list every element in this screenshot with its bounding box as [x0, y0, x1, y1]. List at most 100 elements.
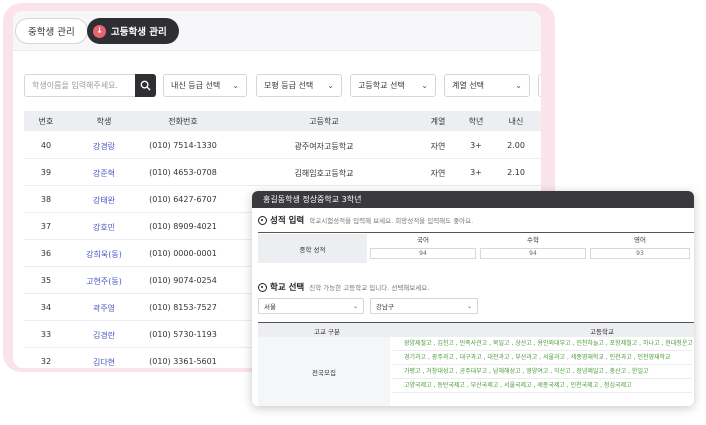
header-schools: 고등학교 [590, 328, 614, 336]
mock-grade-label: 모평 등급 선택 [264, 81, 314, 90]
cell-score: 2.00 [507, 141, 525, 150]
cell-track: 자연 [430, 169, 446, 178]
school-select-section-title: 학교 선택 진학 가능한 고등학교 입니다. 선택해보세요. [258, 281, 429, 293]
cell-no: 39 [40, 168, 52, 177]
target-icon [258, 215, 267, 225]
track-label: 계열 선택 [452, 81, 484, 90]
highschool-label: 고등학교 선택 [358, 81, 405, 90]
school-section-title-text: 학교 선택 [270, 283, 305, 293]
score-input-math[interactable]: 94 [480, 248, 586, 259]
grade-section-title-text: 성적 입력 [270, 216, 305, 226]
header-category: 고교 구분 [314, 328, 340, 336]
category-cell: 전국모집 [258, 337, 390, 406]
student-name-link[interactable]: 김경란 [68, 330, 140, 341]
table-row[interactable]: 40 강경랑 (010) 7514-1330 광주여자고등학교 자연 3+ 2.00 [24, 132, 541, 159]
cell-phone: (010) 3361-5601 [149, 357, 217, 366]
subject-math: 수학 94 [480, 234, 586, 263]
naesin-grade-label: 내신 등급 선택 [171, 81, 221, 90]
tab-bar: 중학생 관리 ↓ 고등학생 관리 [13, 11, 541, 51]
region-value: 서울 [264, 303, 276, 311]
header-grade: 학년 [468, 117, 484, 126]
table-row[interactable]: 39 강준혁 (010) 4653-0708 김해임호고등학교 자연 3+ 2.10 [24, 159, 541, 186]
cell-score: 2.10 [507, 168, 525, 177]
school-line[interactable]: 광양제철고 , 김천고 , 민족사관고 , 북일고 , 상산고 , 용인외대부고… [392, 337, 692, 351]
student-grade-dialog: 홍길동학생 정상중학교 3학년 성적 입력 학교시험성적을 입력해 보세요. 희… [252, 191, 694, 406]
cell-no: 38 [40, 195, 52, 204]
search-input[interactable]: 학생이름을 입력해주세요. [24, 74, 136, 97]
target-icon [258, 282, 267, 292]
school-line[interactable]: 고양국제고 , 동탄국제고 , 부산국제고 , 서울국제고 , 세종국제고 , … [392, 379, 692, 393]
score-input-english[interactable]: 93 [590, 248, 690, 259]
naesin-grade-select[interactable]: 내신 등급 선택 ⌄ [163, 74, 247, 97]
middle-grade-label: 중학 성적 [258, 234, 367, 263]
subject-korean: 국어 94 [370, 234, 476, 263]
chevron-down-icon: ⌄ [515, 81, 522, 90]
student-name-link[interactable]: 고현주(동) [68, 276, 140, 287]
cell-phone: (010) 6427-6707 [149, 195, 217, 204]
extra-select[interactable] [538, 74, 541, 97]
subject-name: 수학 [527, 236, 539, 244]
student-name-link[interactable]: 곽주영 [68, 303, 140, 314]
district-value: 강남구 [376, 303, 394, 311]
cell-no: 35 [40, 276, 52, 285]
search-button[interactable] [135, 74, 156, 97]
score-input-korean[interactable]: 94 [370, 248, 476, 259]
cell-no: 32 [40, 357, 52, 366]
tab-high-label: 고등학생 관리 [111, 27, 167, 38]
cell-phone: (010) 8909-4021 [149, 222, 217, 231]
chevron-down-icon: ⌄ [466, 302, 472, 310]
school-table-header: 고교 구분 고등학교 [258, 323, 694, 337]
cell-phone: (010) 4653-0708 [149, 168, 217, 177]
cell-no: 36 [40, 249, 52, 258]
header-phone: 전화번호 [168, 117, 198, 126]
cell-no: 33 [40, 330, 52, 339]
cell-phone: (010) 9074-0254 [149, 276, 217, 285]
student-name-link[interactable]: 강경랑 [68, 141, 140, 152]
chevron-down-icon: ⌄ [421, 81, 428, 90]
school-line[interactable]: 경기과고 , 광주과고 , 대구과고 , 대전과고 , 부산과고 , 서울과고 … [392, 351, 692, 365]
cell-track: 자연 [430, 142, 446, 151]
cell-phone: (010) 0000-0001 [149, 249, 217, 258]
school-section-desc: 진학 가능한 고등학교 입니다. 선택해보세요. [309, 284, 430, 292]
cell-phone: (010) 5730-1193 [149, 330, 217, 339]
header-score: 내신 [508, 117, 524, 126]
school-list: 광양제철고 , 김천고 , 민족사관고 , 북일고 , 상산고 , 용인외대부고… [392, 337, 692, 393]
cell-phone: (010) 7514-1330 [149, 141, 217, 150]
subject-name: 영어 [634, 236, 646, 244]
student-name-link[interactable]: 강희욱(동) [68, 249, 140, 260]
highschool-select[interactable]: 고등학교 선택 ⌄ [350, 74, 436, 97]
dialog-header: 홍길동학생 정상중학교 3학년 [252, 191, 694, 208]
header-no: 번호 [38, 117, 54, 126]
student-name-link[interactable]: 김다현 [68, 357, 140, 368]
track-select[interactable]: 계열 선택 ⌄ [444, 74, 530, 97]
student-name-link[interactable]: 강준혁 [68, 168, 140, 179]
cell-no: 37 [40, 222, 52, 231]
cell-grade: 3+ [470, 168, 482, 177]
tab-high-school[interactable]: ↓ 고등학생 관리 [87, 18, 179, 44]
subject-name: 국어 [417, 236, 429, 244]
chevron-down-icon: ⌄ [352, 302, 358, 310]
cell-grade: 3+ [470, 141, 482, 150]
cell-school: 김해임호고등학교 [294, 169, 354, 178]
grade-input-section-title: 성적 입력 학교시험성적을 입력해 보세요. 희망성적을 입력해도 좋아요. [258, 214, 473, 226]
down-arrow-circle-icon: ↓ [93, 24, 106, 38]
tab-middle-school[interactable]: 중학생 관리 [15, 18, 88, 44]
search-icon [140, 80, 151, 91]
header-school: 고등학교 [309, 117, 339, 126]
cell-no: 40 [40, 141, 52, 150]
mock-grade-select[interactable]: 모평 등급 선택 ⌄ [256, 74, 342, 97]
divider [258, 232, 694, 233]
subject-english: 영어 93 [590, 234, 690, 263]
district-select[interactable]: 강남구 ⌄ [370, 298, 478, 314]
cell-phone: (010) 8153-7527 [149, 303, 217, 312]
student-name-link[interactable]: 강태완 [68, 195, 140, 206]
school-line[interactable]: 가평고 , 거창대성고 , 공주대부고 , 남해해성고 , 영양여고 , 익산고… [392, 365, 692, 379]
header-track: 계열 [430, 117, 446, 126]
region-select[interactable]: 서울 ⌄ [258, 298, 364, 314]
table-header: 번호 학생 전화번호 고등학교 계열 학년 내신 [24, 111, 541, 131]
student-name-link[interactable]: 강호민 [68, 222, 140, 233]
chevron-down-icon: ⌄ [232, 81, 239, 90]
grade-section-desc: 학교시험성적을 입력해 보세요. 희망성적을 입력해도 좋아요. [309, 217, 474, 225]
cell-no: 34 [40, 303, 52, 312]
cell-school: 광주여자고등학교 [294, 142, 354, 151]
